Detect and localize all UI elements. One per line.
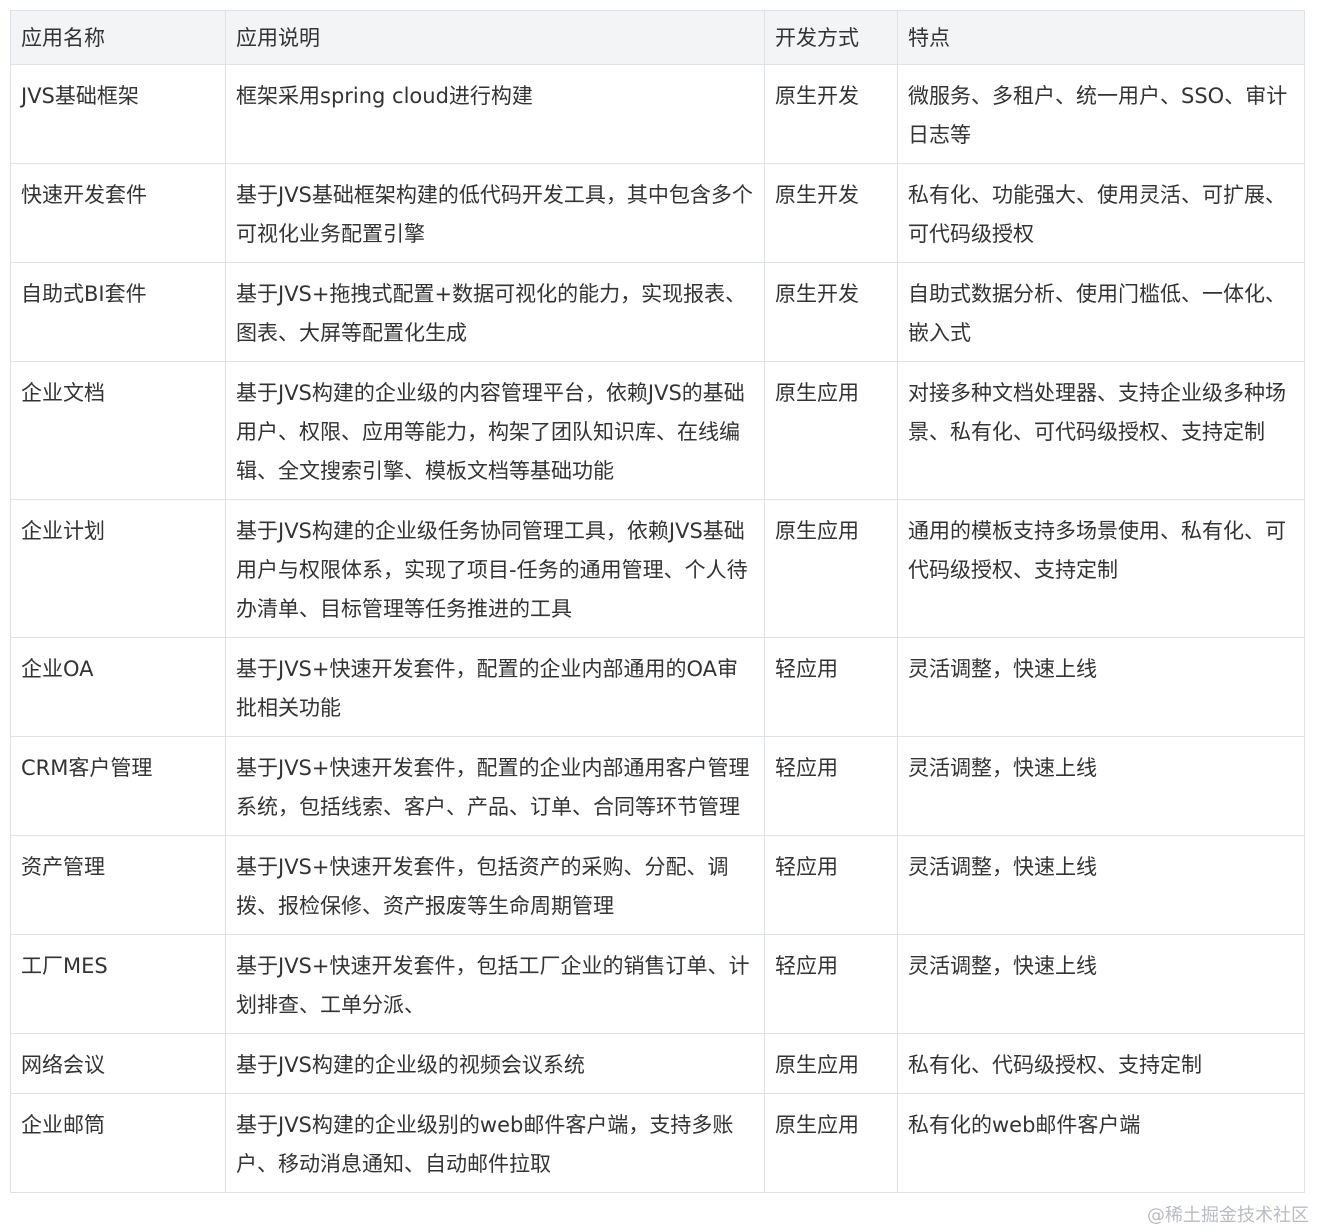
cell-app-name: 企业计划 [10,499,226,638]
cell-features: 私有化、功能强大、使用灵活、可扩展、可代码级授权 [897,163,1305,263]
cell-app-name: 工厂MES [10,934,226,1034]
cell-app-name: 资产管理 [10,835,226,935]
cell-features: 灵活调整，快速上线 [897,736,1305,836]
cell-app-description: 基于JVS构建的企业级的视频会议系统 [225,1033,765,1094]
header-app-name: 应用名称 [10,10,226,65]
cell-dev-method: 原生开发 [764,262,898,362]
table-row: 工厂MES 基于JVS+快速开发套件，包括工厂企业的销售订单、计划排查、工单分派… [10,934,1305,1034]
cell-app-description: 框架采用spring cloud进行构建 [225,64,765,164]
cell-app-description: 基于JVS+快速开发套件，配置的企业内部通用的OA审批相关功能 [225,637,765,737]
header-features: 特点 [897,10,1305,65]
cell-dev-method: 原生应用 [764,361,898,500]
table-row: 资产管理 基于JVS+快速开发套件，包括资产的采购、分配、调拨、报检保修、资产报… [10,835,1305,935]
table-body: JVS基础框架 框架采用spring cloud进行构建 原生开发 微服务、多租… [10,64,1305,1193]
cell-dev-method: 原生应用 [764,1093,898,1193]
header-dev-method: 开发方式 [764,10,898,65]
cell-features: 灵活调整，快速上线 [897,637,1305,737]
cell-app-description: 基于JVS构建的企业级别的web邮件客户端，支持多账户、移动消息通知、自动邮件拉… [225,1093,765,1193]
cell-features: 私有化的web邮件客户端 [897,1093,1305,1193]
cell-app-name: CRM客户管理 [10,736,226,836]
cell-app-description: 基于JVS构建的企业级任务协同管理工具，依赖JVS基础用户与权限体系，实现了项目… [225,499,765,638]
table-row: 快速开发套件 基于JVS基础框架构建的低代码开发工具，其中包含多个可视化业务配置… [10,163,1305,263]
watermark: @稀土掘金技术社区 [1147,1205,1309,1226]
cell-app-name: 企业邮筒 [10,1093,226,1193]
header-app-description: 应用说明 [225,10,765,65]
table-header: 应用名称 应用说明 开发方式 特点 [10,10,1305,65]
table-row: 企业邮筒 基于JVS构建的企业级别的web邮件客户端，支持多账户、移动消息通知、… [10,1093,1305,1193]
table-row: CRM客户管理 基于JVS+快速开发套件，配置的企业内部通用客户管理系统，包括线… [10,736,1305,836]
table-row: JVS基础框架 框架采用spring cloud进行构建 原生开发 微服务、多租… [10,64,1305,164]
cell-features: 对接多种文档处理器、支持企业级多种场景、私有化、可代码级授权、支持定制 [897,361,1305,500]
cell-app-name: JVS基础框架 [10,64,226,164]
cell-features: 自助式数据分析、使用门槛低、一体化、嵌入式 [897,262,1305,362]
app-table-container: 应用名称 应用说明 开发方式 特点 JVS基础框架 框架采用spring clo… [10,10,1305,1193]
cell-app-name: 快速开发套件 [10,163,226,263]
cell-app-description: 基于JVS基础框架构建的低代码开发工具，其中包含多个可视化业务配置引擎 [225,163,765,263]
cell-dev-method: 轻应用 [764,934,898,1034]
cell-dev-method: 轻应用 [764,736,898,836]
cell-app-name: 网络会议 [10,1033,226,1094]
cell-dev-method: 轻应用 [764,637,898,737]
cell-app-name: 自助式BI套件 [10,262,226,362]
table-row: 企业计划 基于JVS构建的企业级任务协同管理工具，依赖JVS基础用户与权限体系，… [10,499,1305,638]
cell-app-name: 企业文档 [10,361,226,500]
cell-app-description: 基于JVS+快速开发套件，包括资产的采购、分配、调拨、报检保修、资产报废等生命周… [225,835,765,935]
cell-dev-method: 原生应用 [764,1033,898,1094]
cell-app-description: 基于JVS构建的企业级的内容管理平台，依赖JVS的基础用户、权限、应用等能力，构… [225,361,765,500]
cell-dev-method: 轻应用 [764,835,898,935]
table-row: 网络会议 基于JVS构建的企业级的视频会议系统 原生应用 私有化、代码级授权、支… [10,1033,1305,1094]
cell-features: 灵活调整，快速上线 [897,835,1305,935]
table-row: 企业OA 基于JVS+快速开发套件，配置的企业内部通用的OA审批相关功能 轻应用… [10,637,1305,737]
table-row: 企业文档 基于JVS构建的企业级的内容管理平台，依赖JVS的基础用户、权限、应用… [10,361,1305,500]
cell-app-name: 企业OA [10,637,226,737]
cell-app-description: 基于JVS+快速开发套件，包括工厂企业的销售订单、计划排查、工单分派、 [225,934,765,1034]
cell-features: 微服务、多租户、统一用户、SSO、审计日志等 [897,64,1305,164]
app-table: 应用名称 应用说明 开发方式 特点 JVS基础框架 框架采用spring clo… [10,10,1305,1193]
cell-features: 私有化、代码级授权、支持定制 [897,1033,1305,1094]
cell-dev-method: 原生开发 [764,64,898,164]
cell-features: 通用的模板支持多场景使用、私有化、可代码级授权、支持定制 [897,499,1305,638]
header-row: 应用名称 应用说明 开发方式 特点 [10,10,1305,65]
table-row: 自助式BI套件 基于JVS+拖拽式配置+数据可视化的能力，实现报表、图表、大屏等… [10,262,1305,362]
cell-dev-method: 原生开发 [764,163,898,263]
cell-app-description: 基于JVS+拖拽式配置+数据可视化的能力，实现报表、图表、大屏等配置化生成 [225,262,765,362]
cell-app-description: 基于JVS+快速开发套件，配置的企业内部通用客户管理系统，包括线索、客户、产品、… [225,736,765,836]
cell-dev-method: 原生应用 [764,499,898,638]
cell-features: 灵活调整，快速上线 [897,934,1305,1034]
